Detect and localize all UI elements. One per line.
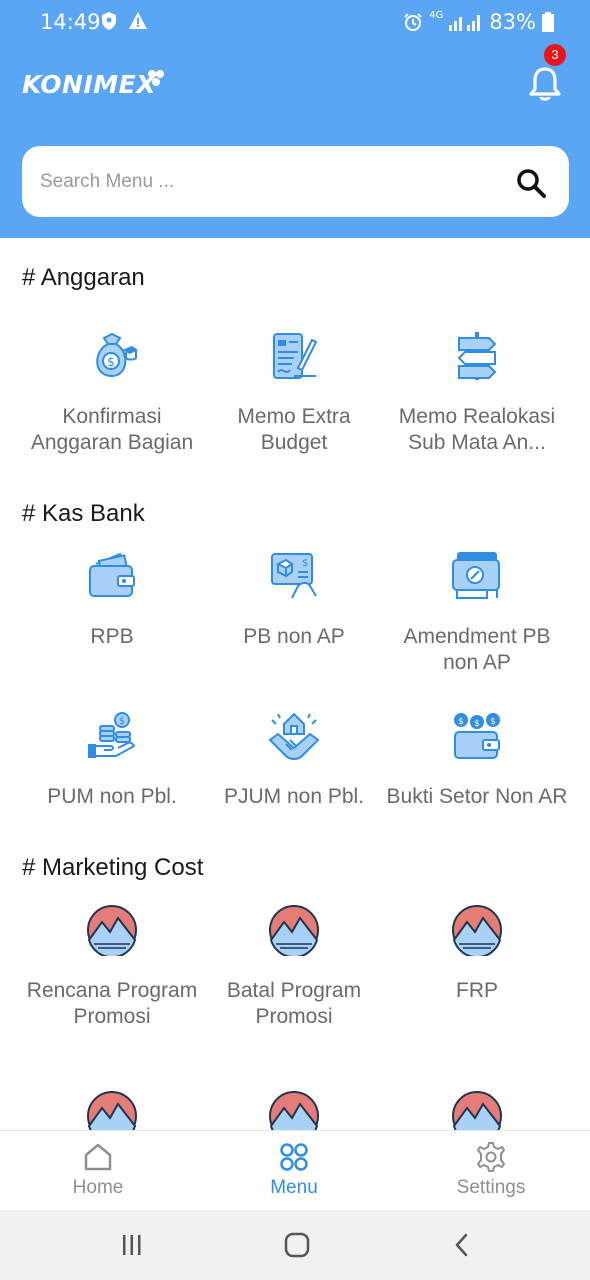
menu-item-label: Rencana Program Promosi bbox=[26, 979, 198, 1028]
menu-item-marketing-4[interactable] bbox=[21, 1090, 203, 1130]
menu-item-label: Bukti Setor Non AR bbox=[386, 785, 568, 808]
notification-bell-icon[interactable] bbox=[525, 64, 565, 104]
signal-icon bbox=[449, 15, 481, 31]
section-title-marketing-cost: # Marketing Cost bbox=[22, 854, 204, 881]
logo-mark-icon bbox=[148, 70, 164, 86]
mountain-icon bbox=[269, 905, 319, 956]
menu-item-frp[interactable]: FRP bbox=[386, 904, 568, 1004]
menu-item-label: PJUM non Pbl. bbox=[223, 785, 365, 808]
app-header: 14:49 4G 83% KONIMEX 3 bbox=[0, 0, 590, 238]
menu-item-rencana-program-promosi[interactable]: Rencana Program Promosi bbox=[21, 904, 203, 1030]
memo-sign-icon bbox=[273, 333, 318, 379]
menu-item-label: Memo Extra Budget bbox=[237, 405, 351, 454]
menu-item-marketing-6[interactable] bbox=[386, 1090, 568, 1130]
nav-menu-label: Menu bbox=[270, 1177, 318, 1198]
signpost-arrows-icon bbox=[457, 332, 497, 380]
svg-text:$: $ bbox=[458, 717, 464, 727]
status-right: 4G 83% bbox=[403, 10, 554, 34]
mountain-icon bbox=[269, 1091, 319, 1130]
menu-item-pjum-non-pbl[interactable]: PJUM non Pbl. bbox=[203, 710, 385, 810]
svg-text:$: $ bbox=[474, 719, 480, 729]
recent-apps-icon[interactable] bbox=[120, 1233, 144, 1257]
svg-text:$: $ bbox=[107, 355, 115, 369]
menu-item-batal-program-promosi[interactable]: Batal Program Promosi bbox=[203, 904, 385, 1030]
menu-item-pb-non-ap[interactable]: $ PB non AP bbox=[203, 550, 385, 650]
status-bar: 14:49 4G 83% bbox=[0, 0, 590, 44]
mountain-icon bbox=[87, 1091, 137, 1130]
warning-icon bbox=[129, 12, 147, 29]
nav-menu[interactable]: Menu bbox=[214, 1141, 374, 1199]
search-icon[interactable] bbox=[514, 166, 548, 200]
system-navigation-bar bbox=[0, 1210, 590, 1280]
menu-item-memo-extra-budget[interactable]: Memo Extra Budget bbox=[203, 330, 385, 456]
nav-settings-label: Settings bbox=[456, 1177, 526, 1198]
shield-icon bbox=[102, 12, 116, 30]
home-icon bbox=[84, 1143, 112, 1171]
nav-settings[interactable]: Settings bbox=[411, 1141, 571, 1199]
home-button-icon[interactable] bbox=[284, 1232, 310, 1258]
menu-content[interactable]: # Anggaran $ Konfirmasi Anggaran Bagian … bbox=[0, 238, 590, 1130]
svg-text:$: $ bbox=[119, 716, 125, 727]
network-type: 4G bbox=[429, 10, 444, 21]
battery-icon bbox=[542, 12, 554, 32]
search-bar[interactable] bbox=[22, 146, 569, 217]
status-time: 14:49 bbox=[40, 10, 101, 34]
status-left-icons bbox=[100, 11, 148, 31]
grid-icon bbox=[280, 1143, 308, 1171]
menu-item-amendment-pb-non-ap[interactable]: Amendment PB non AP bbox=[386, 550, 568, 676]
section-title-kas-bank: # Kas Bank bbox=[22, 500, 145, 527]
invoice-hand-icon: $ bbox=[271, 553, 317, 599]
mountain-icon bbox=[452, 1091, 502, 1130]
menu-item-konfirmasi-anggaran-bagian[interactable]: $ Konfirmasi Anggaran Bagian bbox=[21, 330, 203, 456]
handshake-house-icon bbox=[268, 712, 320, 760]
svg-text:$: $ bbox=[490, 717, 496, 727]
mountain-icon bbox=[452, 905, 502, 956]
money-bag-icon: $ bbox=[96, 332, 138, 378]
menu-item-memo-realokasi[interactable]: Memo Realokasi Sub Mata An... bbox=[386, 330, 568, 456]
menu-item-rpb[interactable]: RPB bbox=[21, 550, 203, 650]
back-icon[interactable] bbox=[452, 1232, 472, 1258]
menu-item-label: Memo Realokasi Sub Mata An... bbox=[398, 405, 556, 454]
brand-logo: KONIMEX bbox=[22, 70, 156, 99]
menu-item-label: RPB bbox=[90, 625, 134, 648]
section-title-anggaran: # Anggaran bbox=[22, 264, 145, 291]
nav-home-label: Home bbox=[72, 1177, 124, 1198]
gear-icon bbox=[477, 1142, 505, 1172]
menu-item-label: PB non AP bbox=[243, 625, 345, 648]
mountain-icon bbox=[87, 905, 137, 956]
menu-item-label: Batal Program Promosi bbox=[226, 979, 362, 1028]
menu-item-bukti-setor-non-ar[interactable]: $ $ $ Bukti Setor Non AR bbox=[386, 710, 568, 810]
menu-item-marketing-5[interactable] bbox=[203, 1090, 385, 1130]
notification-badge: 3 bbox=[544, 44, 566, 66]
wallet-coins-icon: $ $ $ bbox=[454, 713, 500, 759]
battery-percent: 83% bbox=[489, 10, 536, 34]
menu-item-label: PUM non Pbl. bbox=[47, 785, 177, 808]
search-input[interactable] bbox=[40, 164, 480, 200]
svg-text:$: $ bbox=[302, 558, 308, 569]
payment-card-icon bbox=[452, 552, 500, 599]
coins-hand-icon: $ bbox=[88, 712, 136, 758]
menu-item-label: Amendment PB non AP bbox=[403, 625, 551, 674]
menu-item-pum-non-pbl[interactable]: $ PUM non Pbl. bbox=[21, 710, 203, 810]
bottom-nav: Home Menu Settings bbox=[0, 1130, 590, 1210]
alarm-icon bbox=[404, 13, 422, 31]
nav-home[interactable]: Home bbox=[18, 1141, 178, 1199]
menu-item-label: Konfirmasi Anggaran Bagian bbox=[30, 405, 194, 454]
wallet-cash-icon bbox=[89, 552, 135, 597]
menu-item-label: FRP bbox=[456, 979, 498, 1002]
